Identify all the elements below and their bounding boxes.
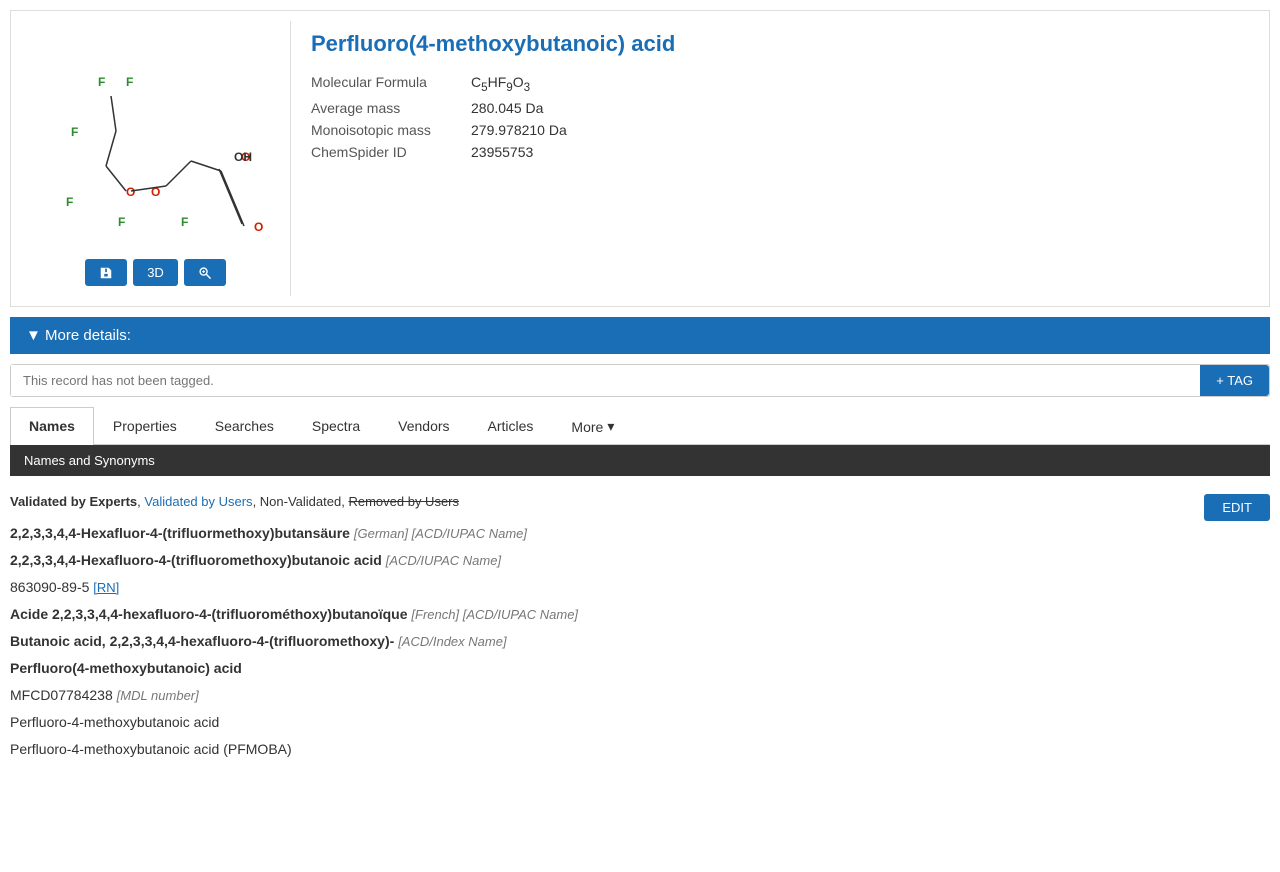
molecular-formula-label: Molecular Formula bbox=[311, 71, 471, 97]
list-item: 863090-89-5 [RN] bbox=[10, 577, 1270, 598]
zoom-button[interactable] bbox=[184, 259, 226, 286]
tag-button[interactable]: + TAG bbox=[1200, 365, 1269, 396]
validated-by-users-link[interactable]: Validated by Users bbox=[144, 494, 252, 509]
tab-articles[interactable]: Articles bbox=[469, 407, 553, 445]
rn-link[interactable]: [RN] bbox=[93, 580, 119, 595]
compound-properties-table: Molecular Formula C5HF9O3 Average mass 2… bbox=[311, 71, 583, 163]
list-item: Acide 2,2,3,3,4,4-hexafluoro-4-(trifluor… bbox=[10, 604, 1270, 625]
save-structure-button[interactable] bbox=[85, 259, 127, 286]
edit-button[interactable]: EDIT bbox=[1204, 494, 1270, 521]
monoisotopic-mass-label: Monoisotopic mass bbox=[311, 119, 471, 141]
list-item: Butanoic acid, 2,2,3,3,4,4-hexafluoro-4-… bbox=[10, 631, 1270, 652]
chemspider-id-value: 23955753 bbox=[471, 141, 583, 163]
name-main-text: Acide 2,2,3,3,4,4-hexafluoro-4-(trifluor… bbox=[10, 606, 408, 622]
list-item: Perfluoro(4-methoxybutanoic) acid bbox=[10, 658, 1270, 679]
compound-title: Perfluoro(4-methoxybutanoic) acid bbox=[311, 31, 1239, 57]
name-tag-text: [German] [ACD/IUPAC Name] bbox=[354, 526, 527, 541]
average-mass-label: Average mass bbox=[311, 97, 471, 119]
name-plain-text: Perfluoro-4-methoxybutanoic acid bbox=[10, 714, 219, 730]
list-item: Perfluoro-4-methoxybutanoic acid bbox=[10, 712, 1270, 733]
3d-button[interactable]: 3D bbox=[133, 259, 178, 286]
name-plain-text: Perfluoro(4-methoxybutanoic) acid bbox=[10, 660, 242, 676]
name-tag-text: [French] [ACD/IUPAC Name] bbox=[411, 607, 578, 622]
tab-more-label: More bbox=[571, 419, 603, 435]
molecular-formula-value: C5HF9O3 bbox=[471, 71, 583, 97]
sub-tab-row: Names and Synonyms bbox=[10, 445, 1270, 476]
list-item: 2,2,3,3,4,4-Hexafluor-4-(trifluormethoxy… bbox=[10, 523, 1270, 544]
tab-properties[interactable]: Properties bbox=[94, 407, 196, 445]
more-chevron-icon: ▾ bbox=[607, 418, 614, 435]
removed-by-users-text: Removed by Users bbox=[348, 494, 459, 509]
mdl-number-text: MFCD07784238 bbox=[10, 687, 117, 703]
name-main-text: 2,2,3,3,4,4-Hexafluor-4-(trifluormethoxy… bbox=[10, 525, 350, 541]
mdl-label-text: [MDL number] bbox=[117, 688, 199, 703]
validated-by-experts: Validated by Experts bbox=[10, 494, 137, 509]
molecular-formula-row: Molecular Formula C5HF9O3 bbox=[311, 71, 583, 97]
svg-text:F: F bbox=[98, 75, 105, 89]
average-mass-value: 280.045 Da bbox=[471, 97, 583, 119]
name-plain-text: Perfluoro-4-methoxybutanoic acid (PFMOBA… bbox=[10, 741, 292, 757]
tab-searches[interactable]: Searches bbox=[196, 407, 293, 445]
tab-more[interactable]: More ▾ bbox=[552, 407, 633, 445]
average-mass-row: Average mass 280.045 Da bbox=[311, 97, 583, 119]
tab-vendors[interactable]: Vendors bbox=[379, 407, 468, 445]
chemspider-id-row: ChemSpider ID 23955753 bbox=[311, 141, 583, 163]
list-item: MFCD07784238 [MDL number] bbox=[10, 685, 1270, 706]
tabs-row: Names Properties Searches Spectra Vendor… bbox=[10, 407, 1270, 445]
svg-text:F: F bbox=[118, 215, 125, 229]
name-main-text: Butanoic acid, 2,2,3,3,4,4-hexafluoro-4-… bbox=[10, 633, 394, 649]
list-item: Perfluoro-4-methoxybutanoic acid (PFMOBA… bbox=[10, 739, 1270, 760]
structure-button-group: 3D bbox=[85, 259, 226, 286]
svg-text:F: F bbox=[66, 195, 73, 209]
rn-number-text: 863090-89-5 bbox=[10, 579, 93, 595]
svg-text:F: F bbox=[126, 75, 133, 89]
names-content: EDIT Validated by Experts, Validated by … bbox=[10, 486, 1270, 774]
name-main-text: 2,2,3,3,4,4-Hexafluoro-4-(trifluorometho… bbox=[10, 552, 382, 568]
monoisotopic-mass-row: Monoisotopic mass 279.978210 Da bbox=[311, 119, 583, 141]
svg-text:F: F bbox=[181, 215, 188, 229]
monoisotopic-mass-value: 279.978210 Da bbox=[471, 119, 583, 141]
tag-row: + TAG bbox=[10, 364, 1270, 397]
tag-input[interactable] bbox=[11, 365, 1200, 396]
non-validated-text: Non-Validated, bbox=[260, 494, 345, 509]
more-details-bar[interactable]: ▼ More details: bbox=[10, 317, 1270, 354]
tab-names[interactable]: Names bbox=[10, 407, 94, 445]
svg-text:O: O bbox=[254, 220, 263, 234]
validation-line: Validated by Experts, Validated by Users… bbox=[10, 494, 1270, 509]
compound-info-panel: Perfluoro(4-methoxybutanoic) acid Molecu… bbox=[291, 21, 1259, 296]
name-tag-text: [ACD/IUPAC Name] bbox=[386, 553, 501, 568]
list-item: 2,2,3,3,4,4-Hexafluoro-4-(trifluorometho… bbox=[10, 550, 1270, 571]
chemspider-id-label: ChemSpider ID bbox=[311, 141, 471, 163]
svg-text:OH: OH bbox=[234, 150, 252, 164]
structure-image: F F F F F F O O O O OH bbox=[36, 31, 276, 251]
sub-tab-label: Names and Synonyms bbox=[24, 453, 155, 468]
tab-spectra[interactable]: Spectra bbox=[293, 407, 379, 445]
svg-text:O: O bbox=[126, 185, 135, 199]
svg-text:F: F bbox=[71, 125, 78, 139]
name-tag-text: [ACD/Index Name] bbox=[398, 634, 506, 649]
structure-panel: F F F F F F O O O O OH bbox=[21, 21, 291, 296]
